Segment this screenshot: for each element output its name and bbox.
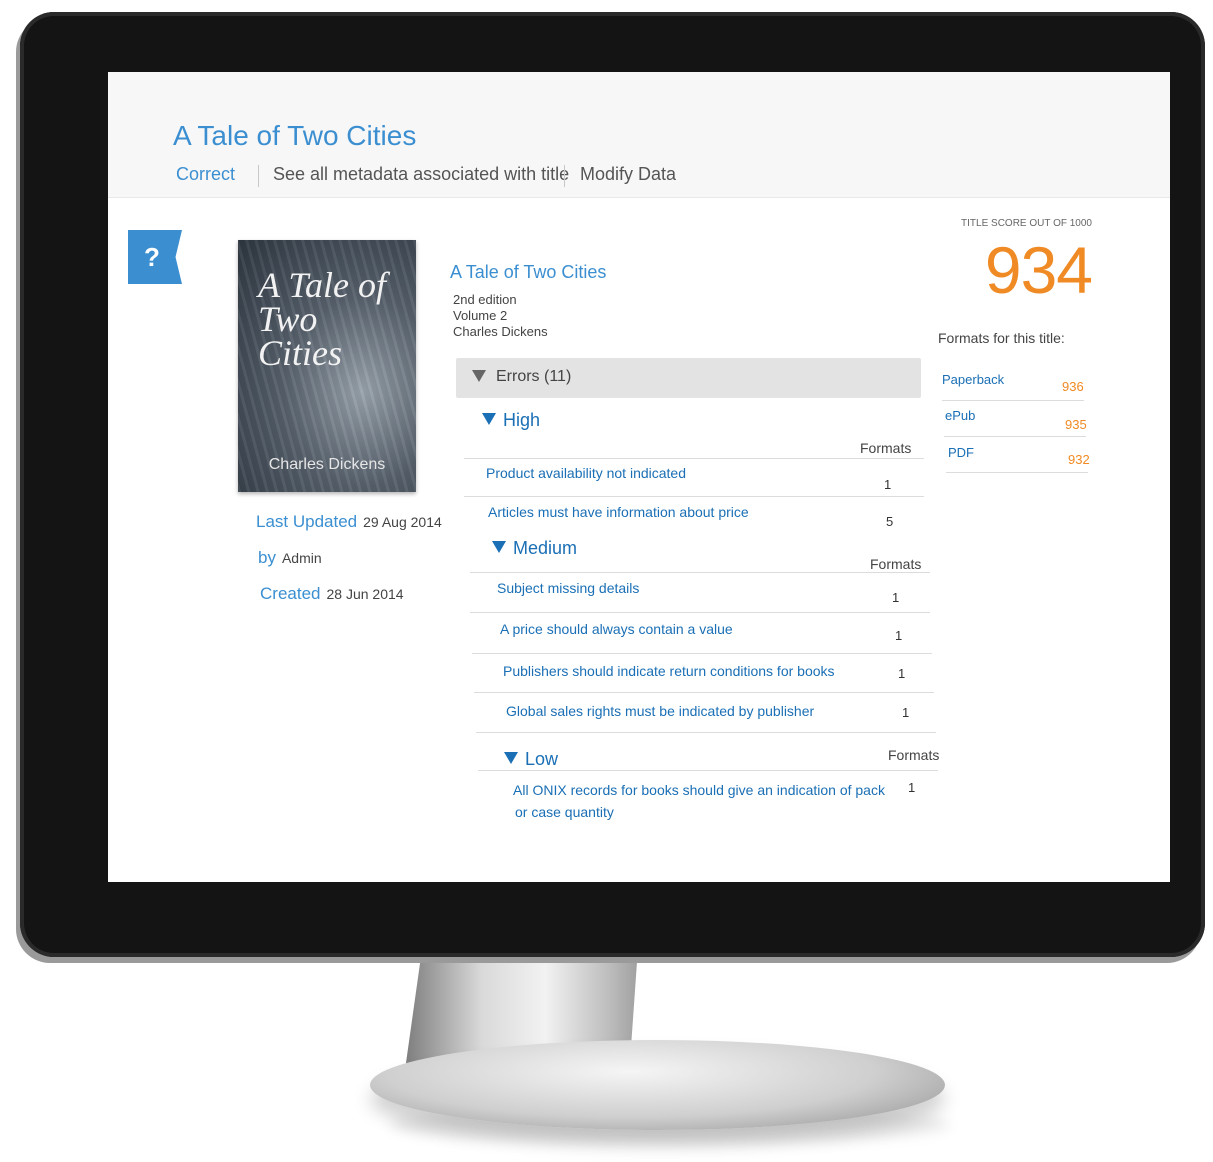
formats-header: Formats for this title: [938, 330, 1065, 346]
book-title: A Tale of Two Cities [450, 262, 607, 282]
row-divider [472, 653, 932, 654]
help-glyph: ? [144, 241, 160, 272]
by-label: by [258, 548, 276, 567]
severity-low-toggle[interactable]: Low [504, 749, 558, 770]
created-value: 28 Jun 2014 [326, 586, 404, 602]
error-count: 1 [884, 477, 892, 492]
book-author: Charles Dickens [453, 324, 548, 339]
severity-medium-toggle[interactable]: Medium [492, 538, 577, 559]
formats-column-header: Formats [860, 440, 912, 456]
error-count: 1 [898, 666, 906, 681]
errors-label: Errors (11) [496, 368, 572, 385]
triangle-down-icon [482, 413, 496, 426]
error-count: 1 [892, 590, 900, 605]
format-item-epub[interactable]: ePub [945, 408, 975, 423]
book-volume: Volume 2 [453, 308, 508, 323]
last-updated-value: 29 Aug 2014 [363, 514, 442, 530]
severity-high-toggle[interactable]: High [482, 410, 540, 431]
error-item[interactable]: Global sales rights must be indicated by… [506, 703, 814, 719]
format-item-paperback[interactable]: Paperback [942, 372, 1004, 387]
row-divider [946, 472, 1088, 473]
error-item[interactable]: A price should always contain a value [500, 621, 733, 637]
triangle-down-icon [504, 752, 518, 765]
error-item-line2[interactable]: or case quantity [515, 804, 614, 820]
last-updated: Last Updated 29 Aug 2014 [256, 512, 442, 532]
error-count: 1 [908, 780, 916, 795]
row-divider [476, 732, 936, 733]
row-divider [474, 692, 934, 693]
format-score: 935 [1065, 417, 1087, 432]
severity-high-label: High [503, 410, 541, 430]
modify-data-link[interactable]: Modify Data [580, 164, 676, 185]
nav-divider [564, 165, 565, 187]
format-score: 936 [1062, 379, 1084, 394]
formats-column-header: Formats [888, 747, 940, 763]
error-item[interactable]: Subject missing details [497, 580, 639, 596]
severity-low-label: Low [525, 749, 559, 769]
error-item[interactable]: Articles must have information about pri… [488, 504, 749, 520]
format-item-pdf[interactable]: PDF [948, 445, 974, 460]
cover-title: A Tale of Two Cities [258, 265, 387, 373]
error-count: 1 [902, 705, 910, 720]
row-divider [944, 436, 1086, 437]
errors-toggle[interactable]: Errors (11) [456, 358, 921, 398]
error-count: 1 [895, 628, 903, 643]
last-updated-label: Last Updated [256, 512, 358, 531]
by-value: Admin [281, 550, 322, 566]
monitor-base [370, 1040, 945, 1130]
page-title: A Tale of Two Cities [173, 120, 417, 151]
score-label: TITLE SCORE OUT OF 1000 [961, 218, 1092, 229]
collapse-triangle-icon [472, 370, 486, 382]
row-divider [470, 572, 930, 573]
updated-by: by Admin [258, 548, 322, 568]
help-icon[interactable]: ? [128, 230, 182, 284]
created: Created 28 Jun 2014 [260, 584, 404, 604]
error-item[interactable]: Publishers should indicate return condit… [503, 663, 835, 679]
row-divider [470, 612, 930, 613]
error-item-line1[interactable]: All ONIX records for books should give a… [513, 782, 885, 798]
created-label: Created [260, 584, 321, 603]
row-divider [464, 458, 924, 459]
severity-medium-label: Medium [513, 538, 578, 558]
see-all-metadata-link[interactable]: See all metadata associated with title [273, 164, 569, 185]
title-score: 934 [984, 233, 1093, 307]
row-divider [942, 400, 1084, 401]
format-score: 932 [1068, 452, 1090, 467]
error-item[interactable]: Product availability not indicated [486, 465, 686, 481]
error-count: 5 [886, 514, 894, 529]
cover-author: Charles Dickens [268, 456, 386, 473]
formats-column-header: Formats [870, 556, 922, 572]
book-cover: A Tale of Two Cities Charles Dickens [238, 240, 416, 492]
book-edition: 2nd edition [453, 292, 517, 307]
row-divider [464, 496, 924, 497]
correct-link[interactable]: Correct [176, 164, 235, 185]
triangle-down-icon [492, 541, 506, 554]
nav-divider [258, 165, 259, 187]
row-divider [478, 770, 938, 771]
screen: A Tale of Two Cities Correct See all met… [108, 72, 1170, 882]
